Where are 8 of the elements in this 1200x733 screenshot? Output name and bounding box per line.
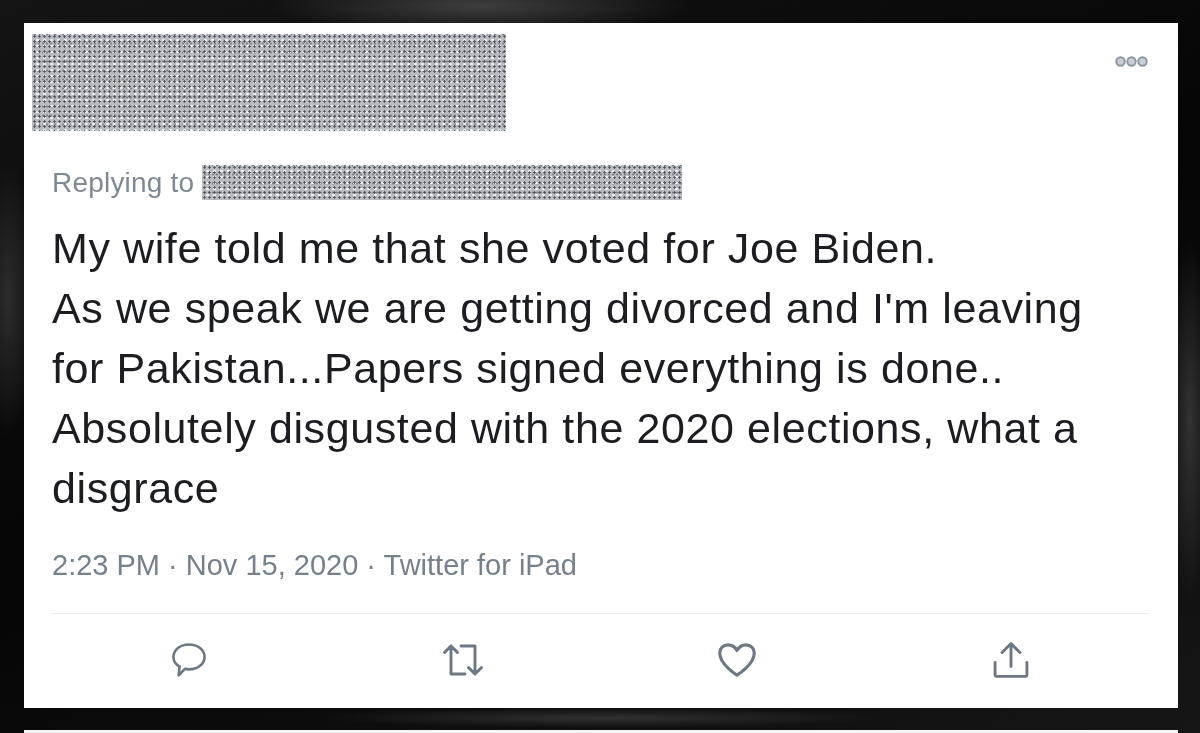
heart-icon[interactable] bbox=[718, 643, 756, 677]
reply-icon[interactable] bbox=[172, 643, 206, 677]
tweet-text: My wife told me that she voted for Joe Biden. As we speak we are getting divorced and I'm leaving for Pakistan...Papers signed everything is done.. Absolutely disgusted with the 2020 elections, what a disgrace bbox=[52, 223, 1084, 514]
share-icon[interactable] bbox=[993, 642, 1029, 678]
more-icon[interactable] bbox=[1115, 56, 1148, 67]
replying-to-label: Replying to bbox=[52, 166, 195, 200]
tweet-timestamp: 2:23 PM · Nov 15, 2020 · Twitter for iPad bbox=[52, 548, 577, 583]
retweet-icon[interactable] bbox=[443, 644, 483, 676]
